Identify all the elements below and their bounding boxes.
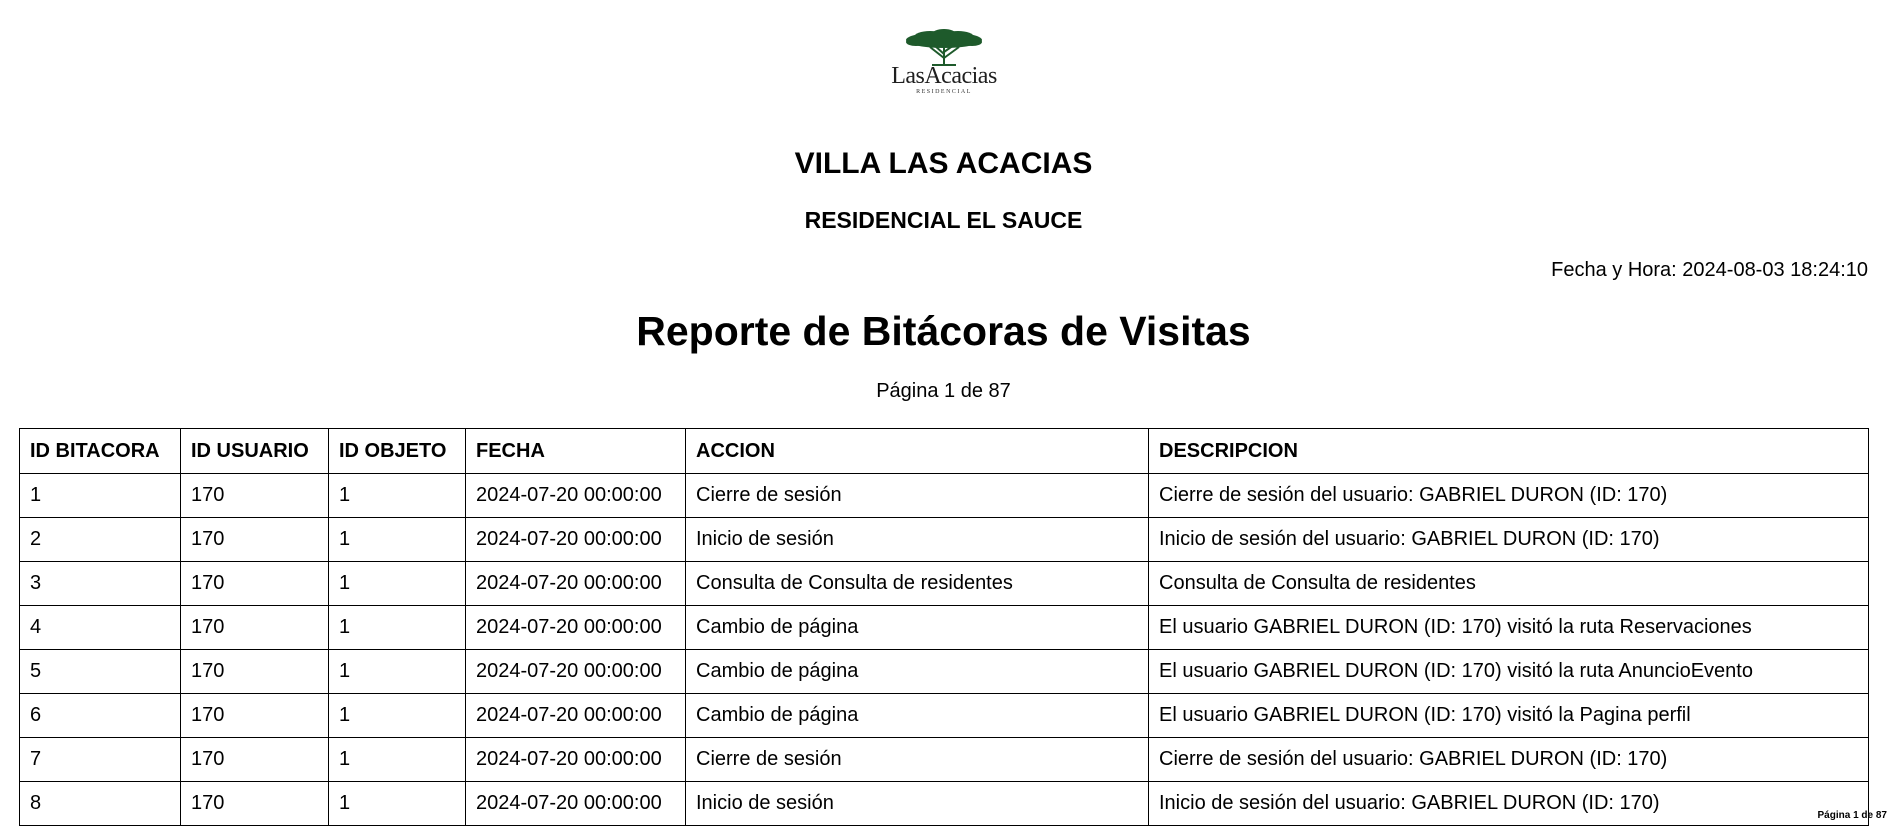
cell-accion: Cierre de sesión — [685, 737, 1149, 782]
table-row: 8 170 1 2024-07-20 00:00:00 Inicio de se… — [19, 781, 1869, 826]
cell-fecha: 2024-07-20 00:00:00 — [465, 517, 686, 562]
column-header-id-bitacora: ID BITACORA — [19, 428, 181, 474]
logo: LasAcacias RESIDENCIAL — [884, 28, 1004, 100]
cell-accion: Cambio de página — [685, 605, 1149, 650]
cell-descripcion: El usuario GABRIEL DURON (ID: 170) visit… — [1148, 693, 1869, 738]
cell-descripcion: Inicio de sesión del usuario: GABRIEL DU… — [1148, 781, 1869, 826]
report-table: ID BITACORA ID USUARIO ID OBJETO FECHA A… — [19, 428, 1869, 826]
cell-id-usuario: 170 — [180, 517, 329, 562]
logo-subtitle: RESIDENCIAL — [916, 89, 972, 95]
cell-id-objeto: 1 — [328, 781, 466, 826]
cell-accion: Cambio de página — [685, 693, 1149, 738]
cell-id-bitacora: 5 — [19, 649, 181, 694]
report-datetime: Fecha y Hora: 2024-08-03 18:24:10 — [1551, 259, 1868, 281]
cell-id-usuario: 170 — [180, 693, 329, 738]
cell-fecha: 2024-07-20 00:00:00 — [465, 781, 686, 826]
cell-descripcion: El usuario GABRIEL DURON (ID: 170) visit… — [1148, 605, 1869, 650]
cell-id-bitacora: 6 — [19, 693, 181, 738]
cell-fecha: 2024-07-20 00:00:00 — [465, 649, 686, 694]
cell-descripcion: Consulta de Consulta de residentes — [1148, 561, 1869, 606]
cell-id-usuario: 170 — [180, 561, 329, 606]
cell-id-objeto: 1 — [328, 605, 466, 650]
column-header-descripcion: DESCRIPCION — [1148, 428, 1869, 474]
cell-id-usuario: 170 — [180, 605, 329, 650]
table-row: 4 170 1 2024-07-20 00:00:00 Cambio de pá… — [19, 605, 1869, 650]
cell-id-bitacora: 1 — [19, 473, 181, 518]
page-subtitle: RESIDENCIAL EL SAUCE — [804, 207, 1083, 233]
cell-descripcion: Cierre de sesión del usuario: GABRIEL DU… — [1148, 737, 1869, 782]
cell-id-bitacora: 7 — [19, 737, 181, 782]
cell-id-objeto: 1 — [328, 517, 466, 562]
column-header-fecha: FECHA — [465, 428, 686, 474]
cell-fecha: 2024-07-20 00:00:00 — [465, 693, 686, 738]
cell-accion: Consulta de Consulta de residentes — [685, 561, 1149, 606]
cell-id-bitacora: 2 — [19, 517, 181, 562]
cell-id-objeto: 1 — [328, 649, 466, 694]
cell-id-usuario: 170 — [180, 737, 329, 782]
cell-accion: Cambio de página — [685, 649, 1149, 694]
table-header-row: ID BITACORA ID USUARIO ID OBJETO FECHA A… — [19, 428, 1869, 474]
table-row: 7 170 1 2024-07-20 00:00:00 Cierre de se… — [19, 737, 1869, 782]
column-header-id-objeto: ID OBJETO — [328, 428, 466, 474]
column-header-id-usuario: ID USUARIO — [180, 428, 329, 474]
cell-accion: Inicio de sesión — [685, 517, 1149, 562]
cell-id-objeto: 1 — [328, 473, 466, 518]
table-row: 6 170 1 2024-07-20 00:00:00 Cambio de pá… — [19, 693, 1869, 738]
cell-id-objeto: 1 — [328, 561, 466, 606]
table-row: 2 170 1 2024-07-20 00:00:00 Inicio de se… — [19, 517, 1869, 562]
logo-name: LasAcacias — [891, 63, 997, 89]
page-footer-number: Página 1 de 87 — [1817, 810, 1887, 821]
cell-fecha: 2024-07-20 00:00:00 — [465, 737, 686, 782]
cell-descripcion: Inicio de sesión del usuario: GABRIEL DU… — [1148, 517, 1869, 562]
cell-id-objeto: 1 — [328, 737, 466, 782]
cell-fecha: 2024-07-20 00:00:00 — [465, 605, 686, 650]
column-header-accion: ACCION — [685, 428, 1149, 474]
acacia-tree-icon — [906, 29, 982, 66]
cell-descripcion: Cierre de sesión del usuario: GABRIEL DU… — [1148, 473, 1869, 518]
table-row: 5 170 1 2024-07-20 00:00:00 Cambio de pá… — [19, 649, 1869, 694]
page-number: Página 1 de 87 — [876, 380, 1011, 402]
cell-id-bitacora: 4 — [19, 605, 181, 650]
cell-id-objeto: 1 — [328, 693, 466, 738]
cell-id-bitacora: 8 — [19, 781, 181, 826]
cell-id-usuario: 170 — [180, 473, 329, 518]
cell-accion: Inicio de sesión — [685, 781, 1149, 826]
cell-id-bitacora: 3 — [19, 561, 181, 606]
cell-id-usuario: 170 — [180, 781, 329, 826]
table-row: 1 170 1 2024-07-20 00:00:00 Cierre de se… — [19, 473, 1869, 518]
cell-fecha: 2024-07-20 00:00:00 — [465, 473, 686, 518]
cell-descripcion: El usuario GABRIEL DURON (ID: 170) visit… — [1148, 649, 1869, 694]
report-title: Reporte de Bitácoras de Visitas — [636, 308, 1251, 354]
cell-fecha: 2024-07-20 00:00:00 — [465, 561, 686, 606]
cell-id-usuario: 170 — [180, 649, 329, 694]
cell-accion: Cierre de sesión — [685, 473, 1149, 518]
table-row: 3 170 1 2024-07-20 00:00:00 Consulta de … — [19, 561, 1869, 606]
page-title: VILLA LAS ACACIAS — [794, 147, 1093, 180]
